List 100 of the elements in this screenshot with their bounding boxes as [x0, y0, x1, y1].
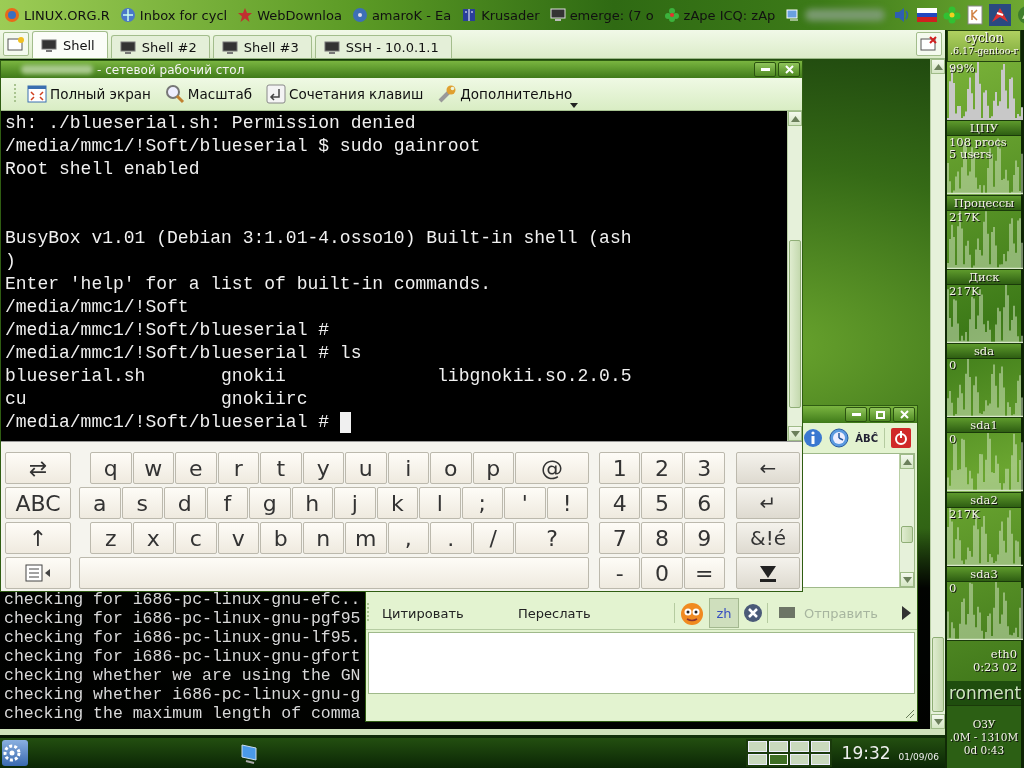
- keyboard-key[interactable]: r: [217, 452, 259, 484]
- keyboard-key[interactable]: -: [599, 557, 641, 589]
- terminal-tab[interactable]: SSH - 10.0.1.1: [314, 35, 452, 58]
- message-input[interactable]: [368, 632, 915, 694]
- keyboard-key[interactable]: t: [260, 452, 302, 484]
- bird-icon[interactable]: [989, 4, 1012, 26]
- minimize-button[interactable]: [754, 62, 776, 77]
- toolbar-button[interactable]: Полный экран: [23, 80, 155, 108]
- scrollbar-thumb[interactable]: [789, 240, 801, 408]
- keyboard-key[interactable]: u: [345, 452, 387, 484]
- arrow-right-icon[interactable]: [901, 606, 911, 620]
- flag-icon[interactable]: [917, 8, 938, 22]
- keyboard-key[interactable]: 9: [683, 522, 725, 554]
- keyboard-key[interactable]: o: [430, 452, 472, 484]
- toolbar-button[interactable]: Масштаб: [160, 80, 256, 108]
- keyboard-key[interactable]: @: [515, 452, 589, 484]
- keyboard-key[interactable]: .: [430, 522, 472, 554]
- scroll-down-button[interactable]: [788, 426, 802, 441]
- new-session-button[interactable]: [3, 32, 29, 56]
- action-button[interactable]: Переслать: [518, 605, 670, 621]
- taskbar-button[interactable]: amaroK - Ea: [349, 2, 460, 28]
- document-icon[interactable]: [967, 5, 984, 25]
- keyboard-key[interactable]: x: [132, 522, 174, 554]
- keyboard-key[interactable]: ↑: [5, 522, 71, 554]
- smiley-icon[interactable]: [679, 600, 705, 626]
- keyboard-key[interactable]: ?: [515, 522, 589, 554]
- keyboard-key[interactable]: c: [175, 522, 217, 554]
- taskbar-button[interactable]: LINUX.ORG.R: [2, 2, 118, 28]
- keyboard-key[interactable]: p: [472, 452, 514, 484]
- scroll-down-button[interactable]: [931, 714, 945, 729]
- keyboard-key[interactable]: ,: [387, 522, 429, 554]
- keyboard-key[interactable]: b: [260, 522, 302, 554]
- maximize-button[interactable]: [869, 407, 891, 422]
- keyboard-key[interactable]: k: [376, 487, 418, 519]
- scroll-down-button[interactable]: [900, 572, 914, 587]
- clear-icon[interactable]: [743, 603, 763, 623]
- keyboard-key[interactable]: 2: [641, 452, 683, 484]
- minimize-button[interactable]: [845, 407, 867, 422]
- keyboard-key[interactable]: !: [546, 487, 588, 519]
- scrollbar-thumb[interactable]: [932, 637, 944, 712]
- keyboard-key[interactable]: i: [387, 452, 429, 484]
- desktop-pager[interactable]: [745, 739, 832, 767]
- keyboard-key[interactable]: ': [504, 487, 546, 519]
- keyboard-key[interactable]: q: [90, 452, 132, 484]
- keyboard-key[interactable]: g: [249, 487, 291, 519]
- terminal-tab[interactable]: Shell #3: [212, 35, 312, 58]
- keyboard-key[interactable]: d: [164, 487, 206, 519]
- terminal-tab[interactable]: Shell: [32, 31, 108, 58]
- power-icon[interactable]: [891, 428, 911, 448]
- keyboard-key[interactable]: n: [302, 522, 344, 554]
- keyboard-key[interactable]: z: [90, 522, 132, 554]
- keyboard-key[interactable]: ABC: [5, 487, 71, 519]
- hide-keyboard-key[interactable]: [736, 557, 800, 589]
- flower-icon[interactable]: [943, 6, 962, 24]
- keyboard-key[interactable]: y: [302, 452, 344, 484]
- k-menu-button[interactable]: [2, 740, 28, 766]
- keyboard-key[interactable]: j: [334, 487, 376, 519]
- spellcheck-button[interactable]: ȦBĈ: [855, 432, 878, 444]
- taskbar-button[interactable]: WebDownloa: [235, 2, 350, 28]
- keyboard-key[interactable]: 0: [641, 557, 683, 589]
- computer-icon[interactable]: [238, 742, 260, 764]
- keyboard-key[interactable]: 4: [599, 487, 641, 519]
- terminal-tab[interactable]: Shell #2: [110, 35, 210, 58]
- scrollbar-thumb[interactable]: [901, 525, 913, 544]
- taskbar-button[interactable]: Krusader: [459, 2, 548, 28]
- menu-key[interactable]: [5, 557, 71, 589]
- keyboard-key[interactable]: 3: [683, 452, 725, 484]
- language-toggle[interactable]: zh: [709, 598, 739, 628]
- keyboard-key[interactable]: 7: [599, 522, 641, 554]
- keyboard-key[interactable]: =: [683, 557, 725, 589]
- toolbar-button[interactable]: Сочетания клавиш: [262, 80, 428, 108]
- keyboard-key[interactable]: a: [79, 487, 121, 519]
- toolbar-button[interactable]: Дополнительно: [433, 80, 577, 108]
- taskbar-button[interactable]: Inbox for cycl: [117, 2, 236, 28]
- keyboard-key[interactable]: m: [345, 522, 387, 554]
- close-session-button[interactable]: [916, 32, 942, 56]
- keyboard-key[interactable]: ⇄: [5, 452, 71, 484]
- keyboard-key[interactable]: ↵: [736, 487, 800, 519]
- keyboard-key[interactable]: v: [217, 522, 259, 554]
- close-button[interactable]: [893, 407, 915, 422]
- keyboard-key[interactable]: 6: [683, 487, 725, 519]
- keyboard-key[interactable]: s: [121, 487, 163, 519]
- action-button[interactable]: Цитировать: [374, 605, 514, 621]
- scroll-up-button[interactable]: [788, 111, 802, 126]
- keyboard-key[interactable]: h: [291, 487, 333, 519]
- keyboard-key[interactable]: w: [132, 452, 174, 484]
- keyboard-key[interactable]: l: [419, 487, 461, 519]
- keyboard-key[interactable]: 8: [641, 522, 683, 554]
- keyboard-key[interactable]: &!é: [736, 522, 800, 554]
- keyboard-key[interactable]: f: [206, 487, 248, 519]
- keyboard-key[interactable]: /: [472, 522, 514, 554]
- keyboard-key[interactable]: 1: [599, 452, 641, 484]
- keyboard-key[interactable]: e: [175, 452, 217, 484]
- close-button[interactable]: [778, 62, 800, 77]
- keyboard-key[interactable]: ←: [736, 452, 800, 484]
- keyboard-key[interactable]: ;: [461, 487, 503, 519]
- info-icon[interactable]: [803, 428, 824, 448]
- keyboard-key[interactable]: 5: [641, 487, 683, 519]
- scroll-up-button[interactable]: [900, 454, 914, 469]
- clock-icon[interactable]: [829, 428, 850, 448]
